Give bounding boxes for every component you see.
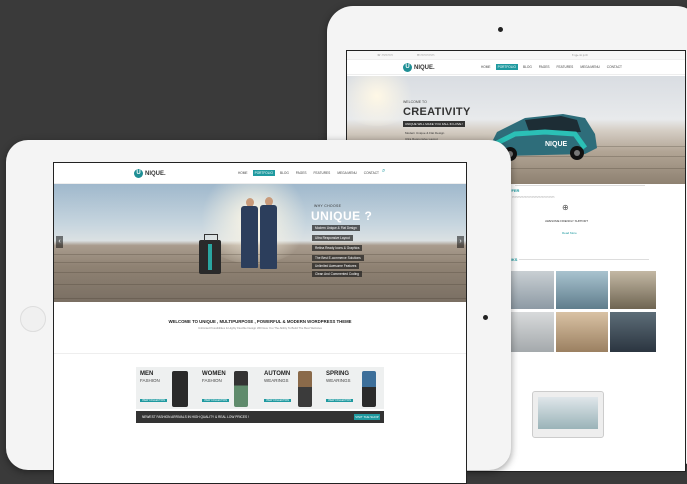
- next-slide-arrow[interactable]: ›: [457, 236, 464, 248]
- camera-icon: [498, 27, 503, 32]
- collection-spring[interactable]: SPRING WEARINGS VIEW COLLECTION: [324, 369, 384, 407]
- hero-title: UNIQUE ?: [311, 209, 373, 223]
- logo-text: NIQUE.: [145, 170, 166, 177]
- view-collection-button[interactable]: VIEW COLLECTION: [326, 399, 354, 402]
- collection-subtitle: WEARINGS: [264, 378, 289, 383]
- top-contact-bar: ☏ ▭▭▭▭ ✉ ▭▭▭▭▭ f t g+ in p ⊙: [347, 51, 685, 60]
- model-image: [362, 371, 376, 407]
- laptop-image: [532, 391, 604, 438]
- collection-title: WOMEN: [202, 371, 226, 377]
- hero-bullet: Modern Unique & Flat Design: [405, 131, 445, 135]
- nav-item-mega-menu[interactable]: MEGA MENU: [335, 170, 358, 176]
- suitcase-image: [199, 240, 221, 274]
- businessman-image: [241, 206, 258, 268]
- hero-feature: Modern Unique & Flat Design: [312, 225, 360, 231]
- site-logo[interactable]: U NIQUE.: [134, 169, 166, 178]
- front-tablet: U NIQUE. HOME PORTFOLIO BLOG PAGES FEATURES M…: [6, 140, 511, 484]
- nav-item-contact[interactable]: CONTACT: [605, 64, 624, 70]
- collection-subtitle: FASHION: [140, 378, 160, 383]
- nav-item-home[interactable]: HOME: [236, 170, 250, 176]
- nav-item-blog[interactable]: BLOG: [278, 170, 291, 176]
- nav-item-portfolio[interactable]: PORTFOLIO: [495, 64, 518, 70]
- welcome-subtitle: Unlimited Possibilities & Highly Flexibl…: [198, 326, 322, 330]
- logo-text: NIQUE.: [414, 64, 435, 71]
- nav-item-features[interactable]: FEATURES: [312, 170, 333, 176]
- view-collection-button[interactable]: VIEW COLLECTION: [264, 399, 292, 402]
- nav-item-home[interactable]: HOME: [479, 64, 493, 70]
- hero-badge: UNIQUE WILL MAKE YOU FALL IN LOVE !: [403, 121, 466, 127]
- portfolio-item[interactable]: [509, 271, 554, 309]
- promo-text: NEWEST FASHION ARRIVALS IN HIGH QUALITY …: [142, 415, 249, 419]
- collection-title: AUTOMN: [264, 371, 291, 377]
- collection-title: SPRING: [326, 371, 350, 377]
- view-collection-button[interactable]: VIEW COLLECTION: [202, 399, 230, 402]
- read-more-link[interactable]: Read More: [562, 231, 577, 235]
- hero-feature: Retina Ready Icons & Graphics: [312, 245, 363, 251]
- hero-title: CREATIVITY: [403, 106, 471, 118]
- hero-feature: Ultra Responsive Layout: [312, 235, 353, 241]
- welcome-title: WELCOME TO UNIQUE , MULTIPURPOSE , POWER…: [168, 319, 352, 324]
- model-image: [234, 371, 248, 407]
- camera-icon: [483, 315, 488, 320]
- businessman-image: [260, 205, 277, 269]
- nav-item-mega-menu[interactable]: MEGA MENU: [578, 64, 601, 70]
- promo-bar: NEWEST FASHION ARRIVALS IN HIGH QUALITY …: [136, 411, 384, 423]
- collection-automn[interactable]: AUTOMN WEARINGS VIEW COLLECTION: [262, 369, 322, 407]
- collection-subtitle: FASHION: [202, 378, 222, 383]
- site-logo[interactable]: U NIQUE.: [403, 63, 435, 72]
- portfolio-item[interactable]: [610, 312, 656, 352]
- home-button[interactable]: [20, 306, 46, 332]
- nav-item-contact[interactable]: CONTACT: [362, 170, 381, 176]
- collection-subtitle: WEARINGS: [326, 378, 351, 383]
- collections-banner: MEN FASHION VIEW COLLECTION WOMEN FASHIO…: [136, 367, 384, 409]
- nav-menu: HOME PORTFOLIO BLOG PAGES FEATURES MEGA MENU C…: [236, 170, 381, 176]
- model-image: [298, 371, 312, 407]
- logo-icon: U: [403, 63, 412, 72]
- collection-men[interactable]: MEN FASHION VIEW COLLECTION: [138, 369, 198, 407]
- visit-shop-button[interactable]: VISIT THE SHOP: [354, 414, 380, 420]
- hero-feature: Unlimited Awesome Features: [312, 263, 360, 269]
- collection-women[interactable]: WOMEN FASHION VIEW COLLECTION: [200, 369, 260, 407]
- nav-item-blog[interactable]: BLOG: [521, 64, 534, 70]
- svg-text:NIQUE: NIQUE: [545, 141, 568, 148]
- hero-feature: Clean And Commented Coding: [312, 271, 362, 277]
- hero-slider[interactable]: ‹ › WHY CHOOSE UNIQUE ? Modern Unique & …: [54, 184, 466, 302]
- nav-item-features[interactable]: FEATURES: [555, 64, 576, 70]
- model-image: [172, 371, 188, 407]
- hero-eyebrow: WHY CHOOSE: [314, 204, 342, 208]
- main-nav: U NIQUE. HOME PORTFOLIO BLOG PAGES FEATURES M…: [54, 163, 466, 184]
- collection-title: MEN: [140, 371, 154, 377]
- portfolio-item[interactable]: [556, 271, 608, 309]
- nav-item-pages[interactable]: PAGES: [294, 170, 309, 176]
- prev-slide-arrow[interactable]: ‹: [56, 236, 63, 248]
- nav-item-portfolio[interactable]: PORTFOLIO: [252, 170, 275, 176]
- hero-welcome-text: WELCOME TO: [403, 100, 427, 104]
- portfolio-item[interactable]: [610, 271, 656, 309]
- nav-menu: HOME PORTFOLIO BLOG PAGES FEATURES MEGA MENU C…: [479, 64, 624, 70]
- portfolio-item[interactable]: [556, 312, 608, 352]
- main-nav: U NIQUE. HOME PORTFOLIO BLOG PAGES FEATURES M…: [347, 60, 685, 75]
- nav-item-pages[interactable]: PAGES: [537, 64, 552, 70]
- support-icon: ⊕: [562, 203, 569, 212]
- service-title: AWESOME FRIENDLY SUPPORT: [545, 219, 589, 223]
- logo-icon: U: [134, 169, 143, 178]
- portfolio-item[interactable]: [509, 312, 554, 352]
- view-collection-button[interactable]: VIEW COLLECTION: [140, 399, 168, 402]
- hero-feature: The Best E-commerce Solutions: [312, 255, 364, 261]
- search-icon[interactable]: ⌕: [382, 168, 385, 175]
- front-tablet-screen: U NIQUE. HOME PORTFOLIO BLOG PAGES FEATURES M…: [53, 162, 467, 484]
